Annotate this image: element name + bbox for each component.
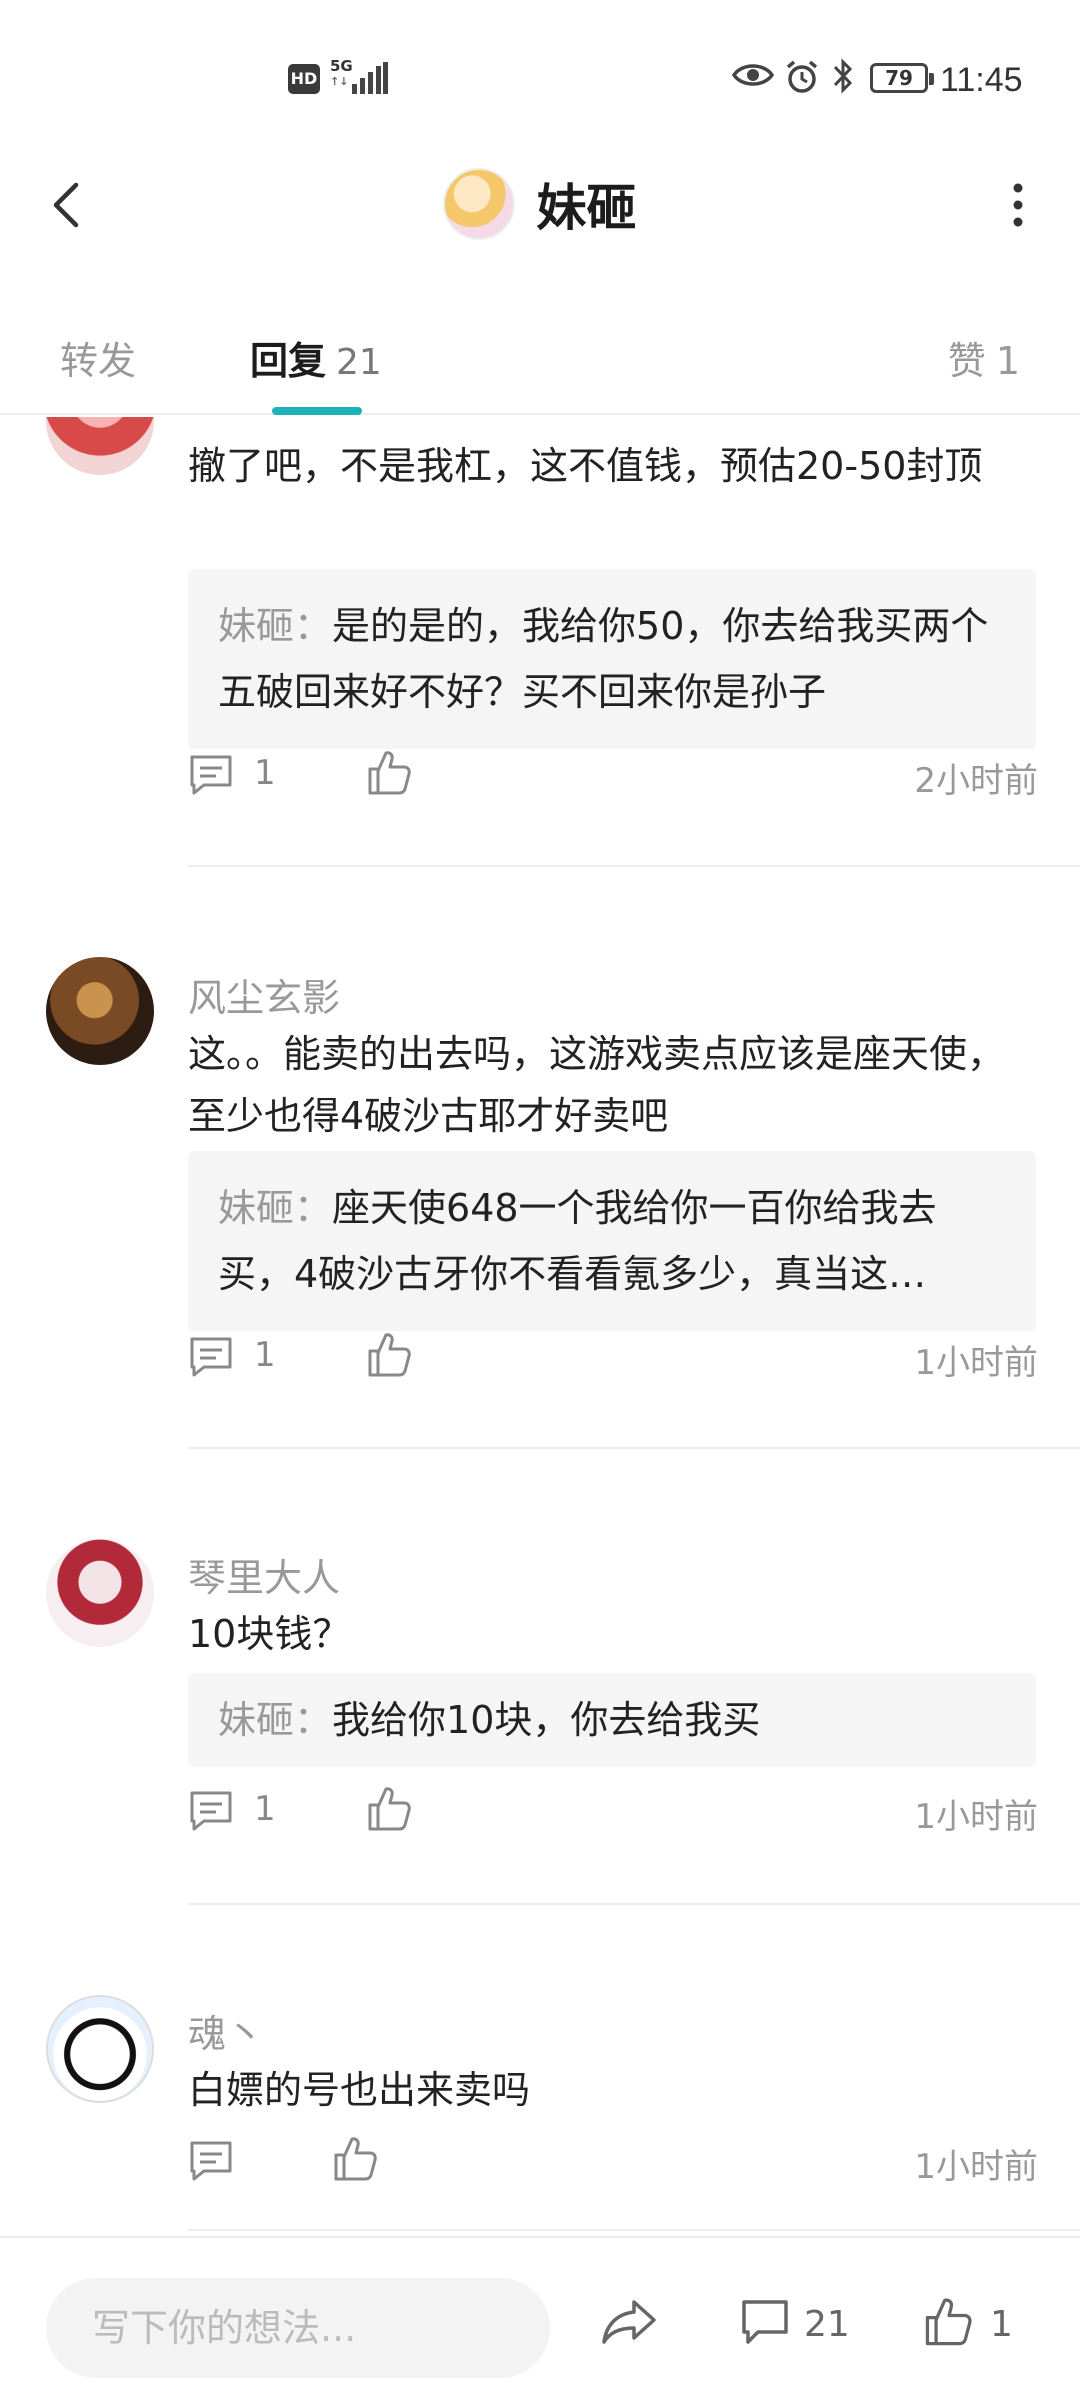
- signal-icon: [352, 62, 388, 94]
- share-icon[interactable]: [600, 2298, 658, 2346]
- active-tab-indicator: [272, 407, 362, 415]
- tab-reply[interactable]: 回复 21: [250, 330, 382, 385]
- avatar[interactable]: [46, 417, 154, 475]
- alarm-icon: [786, 60, 818, 93]
- reply-quote[interactable]: 妹砸：是的是的，我给你50，你去给我买两个五破回来好不好？买不回来你是孙子: [188, 569, 1036, 749]
- more-vertical-icon[interactable]: [1006, 180, 1030, 230]
- comment-actions: 1 1小时前: [188, 1329, 1038, 1389]
- reply-quote[interactable]: 妹砸：座天使648一个我给你一百你给我去 买，4破沙古牙你不看看氪多少，真当这…: [188, 1151, 1036, 1331]
- tab-likes-count: 1: [995, 339, 1020, 383]
- list-item[interactable]: 琴里大人 10块钱？ 妹砸：我给你10块，你去给我买 1 1小时前: [0, 1517, 1080, 1977]
- tab-likes[interactable]: 赞1: [948, 330, 1020, 385]
- avatar[interactable]: [46, 1995, 154, 2103]
- comment-input-wrapper[interactable]: [46, 2278, 550, 2378]
- tab-reply-count: 21: [336, 342, 382, 383]
- timestamp: 1小时前: [914, 1797, 1038, 1837]
- comment-icon[interactable]: [188, 1335, 234, 1379]
- comment-text: 这。。能卖的出去吗，这游戏卖点应该是座天使，至少也得4破沙古耶才好卖吧: [188, 1032, 1006, 1138]
- comment-text: 撤了吧，不是我杠，这不值钱，预估20-50封顶: [188, 444, 983, 488]
- clock: 11:45: [940, 61, 1023, 99]
- comment-icon[interactable]: [188, 753, 234, 797]
- comment-actions: 1小时前: [188, 2133, 1038, 2193]
- list-item[interactable]: 风尘玄影 这。。能卖的出去吗，这游戏卖点应该是座天使，至少也得4破沙古耶才好卖吧…: [0, 937, 1080, 1517]
- comment-count: 1: [254, 1789, 276, 1829]
- timestamp: 1小时前: [914, 2147, 1038, 2187]
- reply-quote[interactable]: 妹砸：我给你10块，你去给我买: [188, 1673, 1036, 1767]
- divider: [188, 1447, 1080, 1449]
- thumbs-up-icon[interactable]: [366, 749, 412, 797]
- timestamp: 1小时前: [914, 1343, 1038, 1383]
- thumbs-up-icon[interactable]: [366, 1785, 412, 1833]
- comment-count: 1: [254, 753, 276, 793]
- reply-text: 我给你10块，你去给我买: [332, 1698, 761, 1742]
- comment-actions: 1 1小时前: [188, 1783, 1038, 1843]
- timestamp: 2小时前: [914, 761, 1038, 801]
- comment-icon[interactable]: [188, 1789, 234, 1833]
- comment-icon[interactable]: [740, 2298, 790, 2346]
- eye-comfort-icon: [732, 64, 774, 86]
- bottom-comment-count: 21: [804, 2304, 850, 2345]
- divider: [188, 2229, 1080, 2231]
- divider: [188, 865, 1080, 867]
- comment-author[interactable]: 琴里大人: [188, 1547, 340, 1602]
- reply-text-line1: 座天使648一个我给你一百你给我去: [332, 1186, 937, 1230]
- tab-bar: 转发 回复 21 赞1: [0, 290, 1080, 415]
- reply-author[interactable]: 妹砸：: [218, 1186, 332, 1230]
- comment-text: 10块钱？: [188, 1612, 351, 1656]
- thumbs-up-icon[interactable]: [922, 2296, 974, 2348]
- avatar[interactable]: [46, 957, 154, 1065]
- thumbs-up-icon[interactable]: [366, 1331, 412, 1379]
- comment-author[interactable]: 魂丶: [188, 2003, 264, 2058]
- thumbs-up-icon[interactable]: [332, 2135, 378, 2183]
- list-item[interactable]: 魂丶 白嫖的号也出来卖吗 1小时前: [0, 1971, 1080, 2237]
- hd-badge: HD: [288, 64, 320, 94]
- comment-actions: 1 2小时前: [188, 747, 1038, 807]
- comment-input[interactable]: [46, 2278, 550, 2378]
- bottom-action-bar: 21 1: [0, 2236, 1080, 2400]
- comment-icon[interactable]: [188, 2139, 234, 2183]
- comment-text: 白嫖的号也出来卖吗: [188, 2068, 531, 2112]
- divider: [188, 1903, 1080, 1905]
- reply-text-line2: 买，4破沙古牙你不看看氪多少，真当这…: [218, 1252, 927, 1296]
- tab-forward[interactable]: 转发: [60, 330, 136, 385]
- author-avatar[interactable]: [443, 168, 516, 240]
- top-nav: 妹砸: [0, 150, 1080, 260]
- reply-text: 是的是的，我给你50，你去给我买两个五破回来好不好？买不回来你是孙子: [218, 604, 989, 714]
- tab-likes-label: 赞: [947, 339, 986, 383]
- tab-reply-label: 回复: [250, 339, 327, 383]
- status-bar: HD 5G ↑↓ 79 11:45: [0, 0, 1080, 150]
- comment-list[interactable]: 撤了吧，不是我杠，这不值钱，预估20-50封顶 妹砸：是的是的，我给你50，你去…: [0, 417, 1080, 2237]
- reply-author[interactable]: 妹砸：: [218, 604, 332, 648]
- page-title: 妹砸: [536, 179, 637, 237]
- battery-indicator: 79: [870, 63, 934, 93]
- comment-count: 1: [254, 1335, 276, 1375]
- bottom-like-count: 1: [990, 2304, 1013, 2345]
- reply-author[interactable]: 妹砸：: [218, 1698, 332, 1742]
- network-type: 5G ↑↓: [330, 57, 353, 88]
- bluetooth-icon: [833, 58, 853, 94]
- post-author[interactable]: 妹砸: [0, 168, 1080, 248]
- avatar[interactable]: [46, 1539, 154, 1647]
- comment-author[interactable]: 风尘玄影: [188, 967, 340, 1022]
